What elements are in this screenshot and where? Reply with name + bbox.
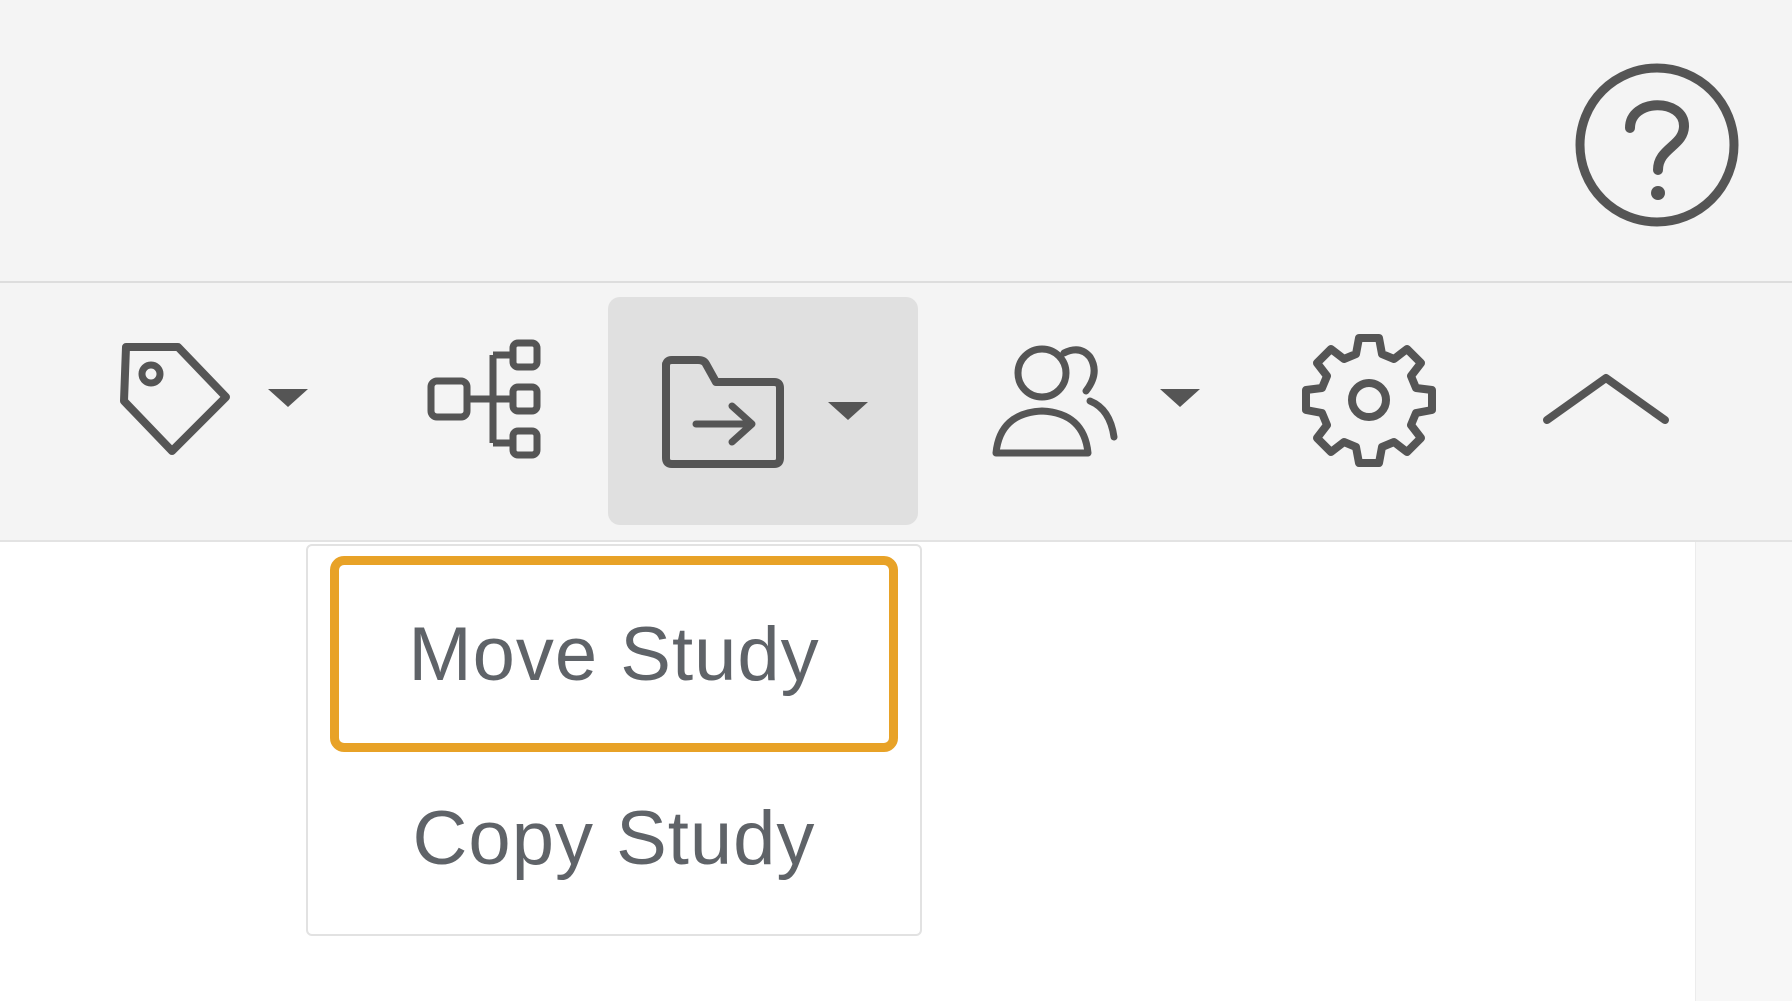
tag-dropdown-button[interactable]: [88, 333, 328, 463]
chevron-up-icon: [1543, 374, 1669, 424]
chevron-down-icon: [1160, 389, 1200, 407]
move-copy-dropdown-button[interactable]: [608, 297, 918, 525]
help-button[interactable]: [1572, 60, 1742, 230]
study-toolbar: [0, 283, 1792, 542]
menu-item-label: Move Study: [408, 611, 820, 697]
share-users-dropdown-button[interactable]: [980, 333, 1210, 463]
gear-icon: [1302, 334, 1436, 467]
users-icon: [992, 345, 1118, 457]
collapse-toolbar-button[interactable]: [1536, 353, 1676, 443]
copy-study-menu-item[interactable]: Copy Study: [330, 740, 898, 936]
question-circle-icon: [1575, 63, 1739, 227]
settings-button[interactable]: [1296, 327, 1442, 473]
folder-move-icon: [662, 356, 784, 468]
top-header-bar: [0, 0, 1792, 283]
menu-item-label: Copy Study: [412, 795, 816, 881]
chevron-down-icon: [268, 389, 308, 407]
scrollbar-track[interactable]: [1695, 542, 1792, 1001]
hierarchy-button[interactable]: [416, 333, 556, 463]
chevron-down-icon: [828, 402, 868, 420]
tag-icon: [120, 343, 230, 455]
move-study-menu-item[interactable]: Move Study: [330, 556, 898, 752]
hierarchy-icon: [427, 339, 541, 459]
move-copy-dropdown-menu: Move Study Copy Study: [306, 544, 922, 936]
